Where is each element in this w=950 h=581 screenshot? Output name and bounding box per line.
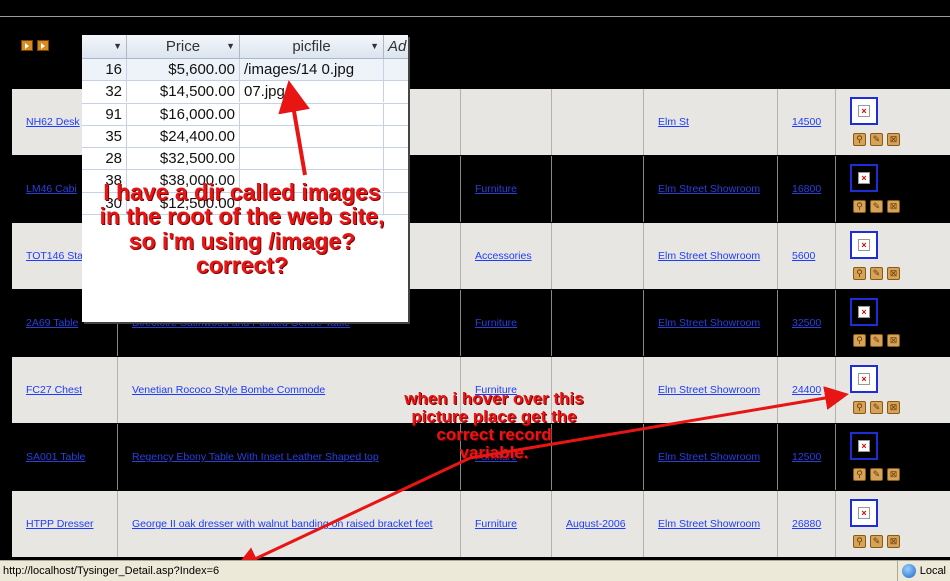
arrow-to-picfile (278, 80, 310, 176)
annotation-arrows (234, 80, 849, 570)
security-zone: Local (896, 561, 950, 581)
arrow-to-status-url (234, 456, 471, 570)
status-bar: http://localhost/Tysinger_Detail.asp?Ind… (0, 560, 950, 581)
zone-label: Local (919, 565, 946, 577)
globe-icon (901, 564, 916, 578)
arrow-to-thumbnail (469, 386, 849, 460)
status-url: http://localhost/Tysinger_Detail.asp?Ind… (3, 565, 220, 577)
